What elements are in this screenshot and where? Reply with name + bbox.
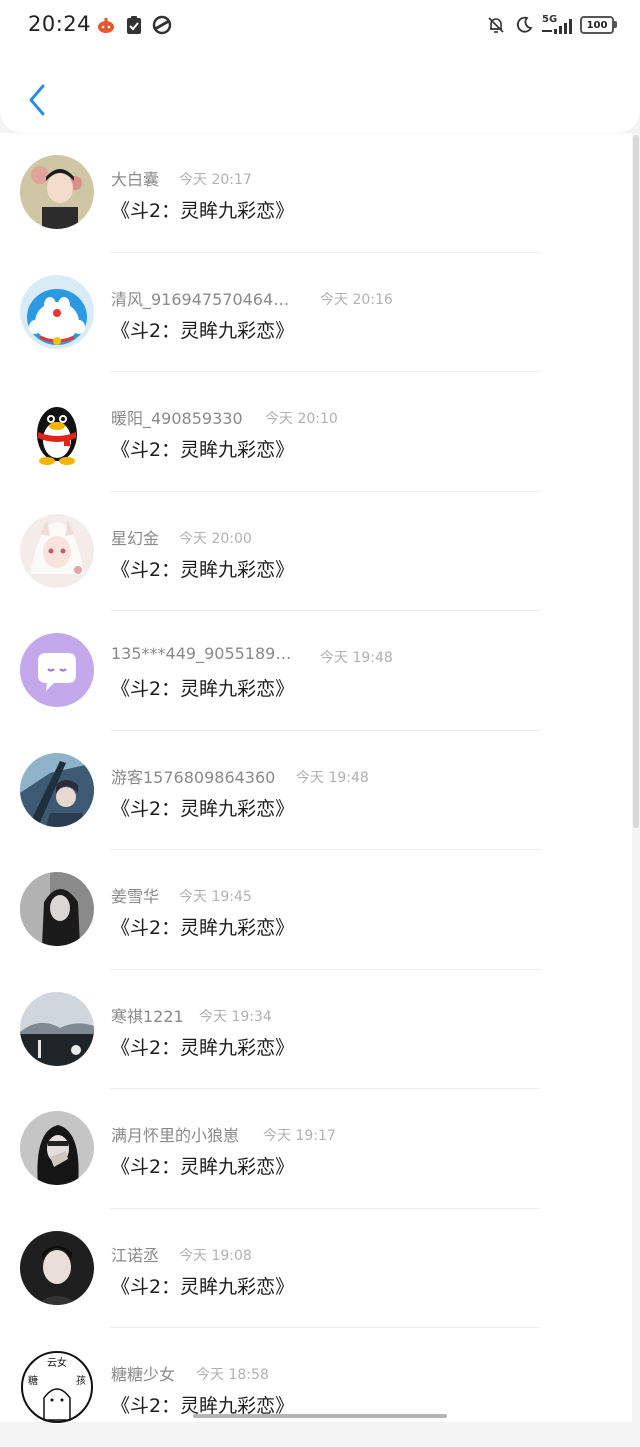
status-time: 20:24 [28, 12, 92, 36]
comment-time: 今天 18:58 [196, 1367, 269, 1383]
user-avatar[interactable] [20, 274, 94, 349]
username[interactable]: 清风_916947570464… [111, 286, 289, 310]
user-avatar[interactable] [20, 1230, 94, 1305]
scrollbar-thumb[interactable] [633, 135, 639, 828]
comment-text: 《斗2：灵眸九彩恋》 [111, 558, 295, 581]
user-avatar[interactable] [20, 633, 94, 707]
username[interactable]: 星幻金 [111, 525, 159, 549]
comment-time: 今天 20:00 [179, 530, 252, 547]
comment-time: 今天 19:17 [263, 1128, 336, 1144]
comment-list[interactable]: 大白囊 今天 20:17 《斗2：灵眸九彩恋》 清风_916947570464… 今天 … [0, 133, 632, 1424]
comment-text: 《斗2：灵眸九彩恋》 [111, 1156, 295, 1178]
comment-item[interactable]: 大白囊 今天 20:17 《斗2：灵眸九彩恋》 [0, 133, 632, 253]
user-avatar[interactable] [20, 155, 94, 229]
comment-time: 今天 19:34 [199, 1008, 272, 1025]
cellular-signal-icon: 5G [542, 15, 572, 35]
scrollbar[interactable] [632, 135, 640, 1422]
comment-text: 《斗2：灵眸九彩恋》 [111, 1275, 295, 1298]
comment-item[interactable]: 云女糖孩糖糖少女 今天 18:58 《斗2：灵眸九彩恋》 [0, 1328, 632, 1447]
comment-time: 今天 19:08 [179, 1247, 252, 1264]
comment-text: 《斗2：灵眸九彩恋》 [111, 1036, 295, 1059]
username[interactable]: 135***449_9055189… [111, 644, 291, 663]
user-avatar[interactable] [20, 872, 94, 946]
comment-time: 今天 20:10 [265, 411, 338, 427]
comment-item[interactable]: 江诺丞 今天 19:08 《斗2：灵眸九彩恋》 [0, 1209, 632, 1328]
back-button[interactable] [20, 80, 54, 120]
user-avatar[interactable] [20, 991, 94, 1066]
user-avatar[interactable] [20, 394, 94, 468]
comment-item[interactable]: 清风_916947570464… 今天 20:16 《斗2：灵眸九彩恋》 [0, 253, 632, 372]
app-notification-icon [96, 15, 116, 35]
user-avatar[interactable]: 云女糖 孩 [20, 1350, 94, 1424]
comment-text: 《斗2：灵眸九彩恋》 [111, 200, 295, 222]
comment-time: 今天 19:48 [320, 650, 393, 666]
svg-text:云女: 云女 [47, 1356, 67, 1369]
user-avatar[interactable] [20, 1111, 94, 1185]
comment-time: 今天 20:17 [179, 172, 252, 188]
comment-time: 今天 19:48 [296, 769, 369, 786]
moon-icon [514, 15, 534, 35]
comment-text: 《斗2：灵眸九彩恋》 [111, 797, 295, 820]
network-type-label: 5G [542, 14, 558, 25]
comment-item[interactable]: 姜雪华 今天 19:45 《斗2：灵眸九彩恋》 [0, 850, 632, 970]
comment-item[interactable]: 游客1576809864360 今天 19:48 《斗2：灵眸九彩恋》 [0, 731, 632, 850]
comment-time: 今天 19:45 [179, 889, 252, 905]
home-indicator[interactable] [193, 1414, 447, 1418]
clipboard-check-icon [124, 15, 144, 35]
battery-indicator: 100 [580, 16, 617, 34]
status-left-icons [96, 15, 172, 35]
sync-app-icon [152, 15, 172, 35]
username[interactable]: 暖阳_490859330 [111, 405, 243, 429]
comment-item[interactable]: 满月怀里的小狼崽 今天 19:17 《斗2：灵眸九彩恋》 [0, 1089, 632, 1209]
comment-item[interactable]: 135***449_9055189… 今天 19:48 《斗2：灵眸九彩恋》 [0, 611, 632, 731]
user-avatar[interactable] [20, 752, 94, 827]
comment-text: 《斗2：灵眸九彩恋》 [111, 917, 295, 939]
comment-text: 《斗2：灵眸九彩恋》 [111, 439, 295, 461]
top-bar: 20:24 5G 100 [0, 0, 640, 133]
comment-item[interactable]: 寒祺1221 今天 19:34 《斗2：灵眸九彩恋》 [0, 970, 632, 1089]
username[interactable]: 游客1576809864360 [111, 764, 275, 788]
comment-text: 《斗2：灵眸九彩恋》 [111, 678, 295, 700]
comment-item[interactable]: 暖阳_490859330 今天 20:10 《斗2：灵眸九彩恋》 [0, 372, 632, 492]
username[interactable]: 姜雪华 [111, 883, 159, 907]
comment-item[interactable]: 星幻金 今天 20:00 《斗2：灵眸九彩恋》 [0, 492, 632, 611]
username[interactable]: 糖糖少女 [111, 1361, 175, 1385]
svg-text:孩: 孩 [76, 1374, 86, 1387]
comment-text: 《斗2：灵眸九彩恋》 [111, 319, 295, 342]
status-right-icons: 5G 100 [486, 15, 617, 35]
chevron-left-icon [29, 84, 45, 116]
comment-time: 今天 20:16 [320, 291, 393, 308]
username[interactable]: 寒祺1221 [111, 1003, 184, 1027]
battery-level: 100 [586, 19, 608, 31]
username[interactable]: 满月怀里的小狼崽 [111, 1122, 239, 1146]
username[interactable]: 大白囊 [111, 166, 159, 190]
username[interactable]: 江诺丞 [111, 1242, 159, 1266]
bell-off-icon [486, 15, 506, 35]
user-avatar[interactable] [20, 513, 94, 588]
svg-text:糖: 糖 [28, 1374, 38, 1387]
